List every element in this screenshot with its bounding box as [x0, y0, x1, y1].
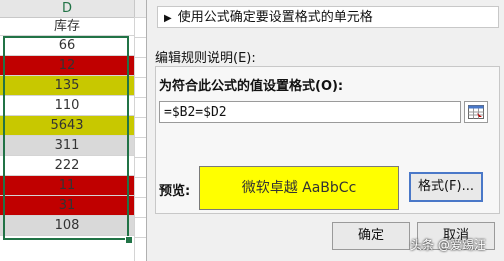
- spreadsheet-area: D 库存 66 12 135 110 5643 311 222 11 31 108: [0, 0, 147, 261]
- data-cell[interactable]: 110: [0, 96, 134, 116]
- format-button[interactable]: 格式(F)...: [409, 172, 483, 202]
- preview-box: 微软卓越 AaBbCc: [199, 166, 399, 210]
- preview-label: 预览:: [159, 184, 191, 199]
- data-cell[interactable]: 135: [0, 76, 134, 96]
- rule-type-label: 使用公式确定要设置格式的单元格: [177, 10, 373, 25]
- watermark: 头条 @爱踢汪: [410, 238, 486, 252]
- ok-button[interactable]: 确定: [332, 222, 410, 250]
- rule-type-item[interactable]: ▶ 使用公式确定要设置格式的单元格: [157, 6, 499, 28]
- data-cell[interactable]: 12: [0, 56, 134, 76]
- description-label: 编辑规则说明(E):: [155, 51, 256, 66]
- column-header: D: [0, 0, 147, 18]
- conditional-format-dialog: ▶ 使用公式确定要设置格式的单元格 编辑规则说明(E): 为符合此公式的值设置格式…: [146, 0, 504, 261]
- column-letter[interactable]: D: [0, 0, 134, 17]
- data-cell[interactable]: 31: [0, 196, 134, 216]
- header-cell[interactable]: 库存: [0, 18, 134, 36]
- data-cell[interactable]: 311: [0, 136, 134, 156]
- fill-handle[interactable]: [125, 236, 133, 244]
- range-picker-button[interactable]: [464, 101, 488, 123]
- data-cell[interactable]: 5643: [0, 116, 134, 136]
- data-cell[interactable]: 108: [0, 216, 134, 236]
- formula-input[interactable]: =$B2=$D2: [159, 101, 461, 123]
- data-cell[interactable]: 11: [0, 176, 134, 196]
- range-picker-icon: [468, 105, 484, 119]
- formula-label: 为符合此公式的值设置格式(O):: [159, 79, 344, 94]
- data-cell[interactable]: 66: [0, 36, 134, 56]
- triangle-right-icon: ▶: [164, 13, 172, 24]
- data-cell[interactable]: 222: [0, 156, 134, 176]
